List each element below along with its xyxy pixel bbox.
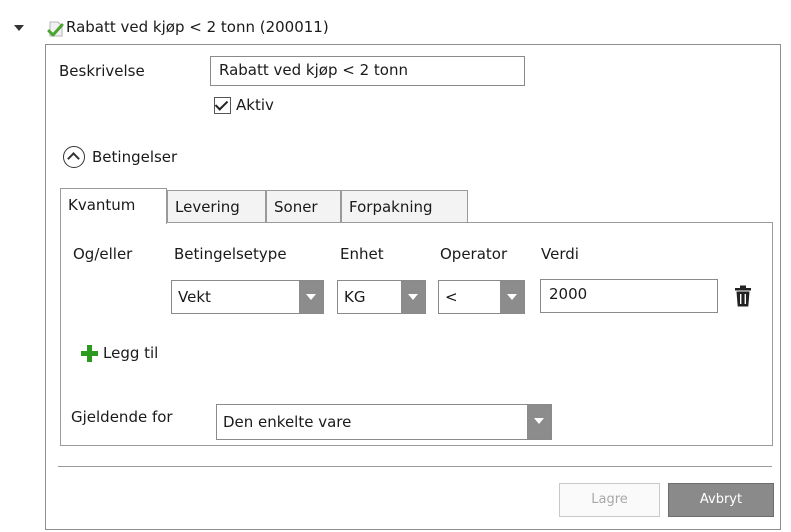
tab-levering[interactable]: Levering [167,190,266,222]
node-title[interactable]: Rabatt ved kjøp < 2 tonn (200011) [66,18,329,36]
checkmark-icon [214,97,229,111]
applies-to-label: Gjeldende for [71,408,173,426]
plus-icon[interactable] [81,345,98,362]
add-condition-link[interactable]: Legg til [103,344,158,362]
tree-expand-toggle[interactable] [14,25,24,31]
chevron-down-icon[interactable] [527,405,551,439]
check-leaf-icon [47,21,64,37]
value-text: 2000 [549,285,588,303]
collapse-conditions-button[interactable] [63,146,85,168]
tab-forpakning[interactable]: Forpakning [341,190,468,222]
description-value: Rabatt ved kjøp < 2 tonn [219,61,408,79]
footer-divider [58,466,772,467]
cancel-button[interactable]: Avbryt [668,483,774,517]
tab-kvantum[interactable]: Kvantum [60,188,167,224]
tab-soner[interactable]: Soner [266,190,341,222]
header-verdi: Verdi [541,245,579,263]
conditions-label: Betingelser [92,148,178,166]
description-label: Beskrivelse [59,62,145,80]
description-input[interactable]: Rabatt ved kjøp < 2 tonn [210,56,525,86]
chevron-down-icon[interactable] [401,281,425,313]
active-checkbox[interactable] [214,97,231,114]
chevron-down-icon[interactable] [299,281,323,313]
chevron-up-icon [67,152,80,165]
save-button[interactable]: Lagre [559,483,660,517]
chevron-down-icon[interactable] [500,281,524,313]
header-operator: Operator [440,245,508,263]
header-og-eller: Og/eller [73,245,133,263]
active-label: Aktiv [236,96,274,114]
operator-select[interactable]: < [438,280,525,314]
applies-to-select[interactable]: Den enkelte vare [216,404,552,440]
header-betingelsetype: Betingelsetype [174,245,287,263]
header-enhet: Enhet [340,245,384,263]
value-input[interactable]: 2000 [540,279,718,313]
trash-icon[interactable] [734,285,752,307]
condition-type-select[interactable]: Vekt [171,280,324,314]
unit-select[interactable]: KG [337,280,426,314]
